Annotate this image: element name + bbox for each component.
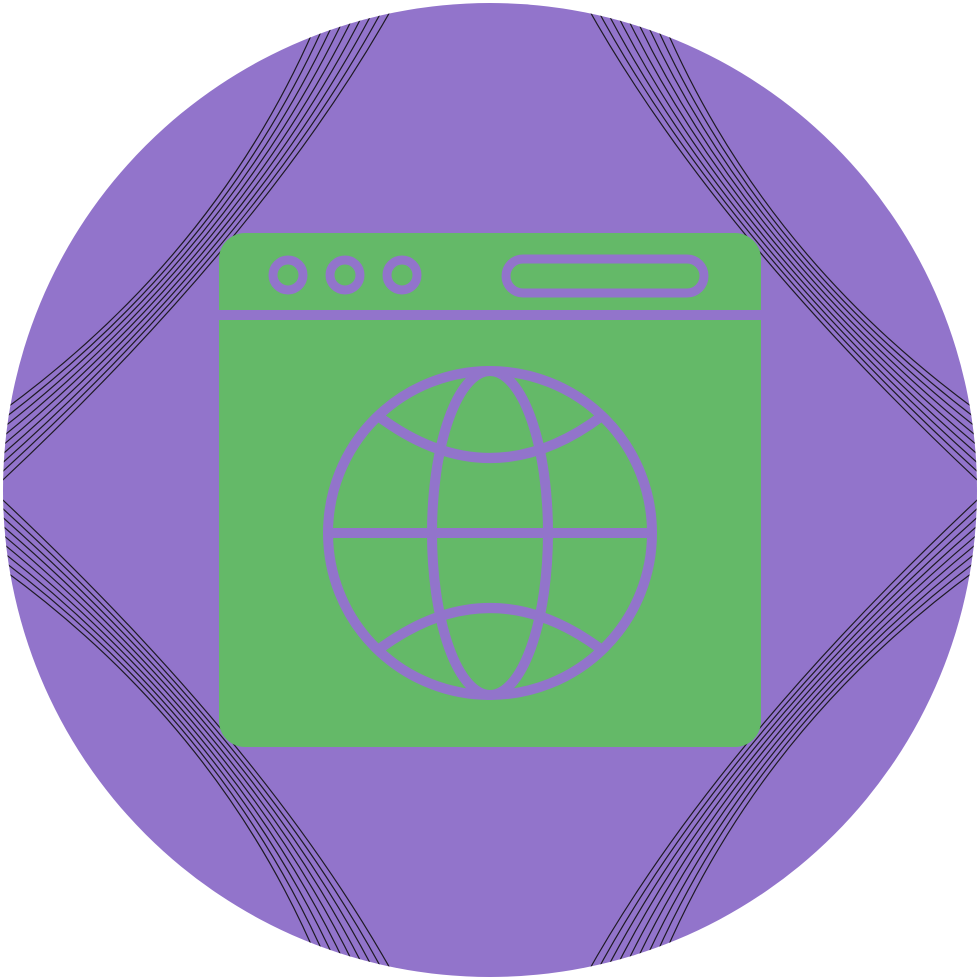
web-browser-globe-icon <box>3 3 977 977</box>
browser-window <box>219 233 761 747</box>
icon-canvas <box>0 0 980 980</box>
